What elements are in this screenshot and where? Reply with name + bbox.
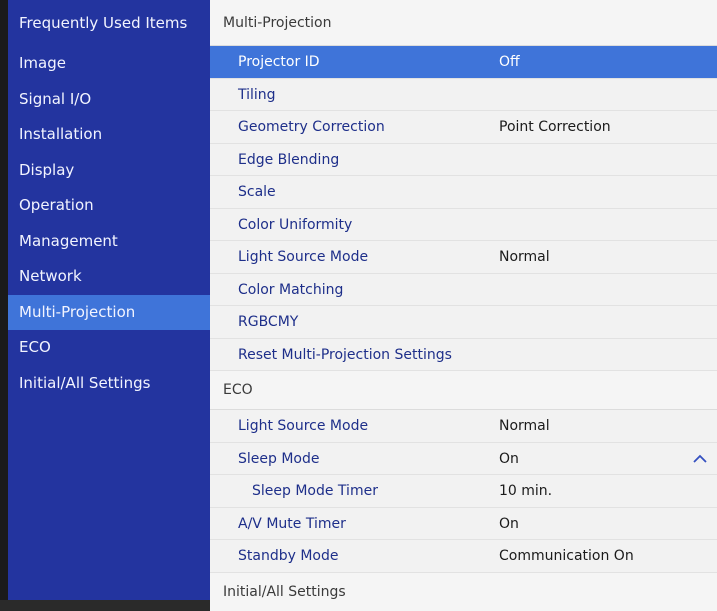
row-label: Tiling <box>238 86 276 103</box>
projector-menu: Frequently Used Items Image Signal I/O I… <box>0 0 717 611</box>
row-value: Normal <box>499 249 550 265</box>
sidebar-item-image[interactable]: Image <box>8 46 210 82</box>
menu-row-light-source-mode[interactable]: Light Source Mode Normal <box>210 241 717 274</box>
menu-row-scale[interactable]: Scale <box>210 176 717 209</box>
section-header-eco: ECO <box>210 371 717 410</box>
menu-row-sleep-mode-timer[interactable]: Sleep Mode Timer 10 min. <box>210 475 717 508</box>
menu-row-reset-multi-projection-settings[interactable]: Reset Multi-Projection Settings <box>210 339 717 371</box>
sidebar-item-network[interactable]: Network <box>8 259 210 295</box>
row-label: Light Source Mode <box>238 418 369 434</box>
menu-row-rgbcmy[interactable]: RGBCMY <box>210 306 717 339</box>
sidebar-item-frequently-used-items[interactable]: Frequently Used Items <box>8 0 210 46</box>
row-label: Light Source Mode <box>238 249 369 265</box>
row-label: Color Uniformity <box>238 216 353 233</box>
sidebar: Frequently Used Items Image Signal I/O I… <box>8 0 210 600</box>
row-value: Off <box>499 54 520 70</box>
row-value: On <box>499 450 519 467</box>
sidebar-item-multi-projection[interactable]: Multi-Projection <box>8 294 210 330</box>
row-value: 10 min. <box>499 483 553 499</box>
row-label: Standby Mode <box>238 548 339 564</box>
row-label: Scale <box>238 184 276 200</box>
row-value: Point Correction <box>499 119 611 135</box>
menu-row-color-matching[interactable]: Color Matching <box>210 274 717 306</box>
row-label: A/V Mute Timer <box>238 515 346 532</box>
menu-row-standby-mode[interactable]: Standby Mode Communication On <box>210 540 717 573</box>
row-label: Projector ID <box>238 54 320 70</box>
row-label: Edge Blending <box>238 151 340 168</box>
row-label: Reset Multi-Projection Settings <box>238 346 452 363</box>
row-value: Normal <box>499 418 550 434</box>
sidebar-item-display[interactable]: Display <box>8 153 210 189</box>
section-header-multi-projection: Multi-Projection <box>210 0 717 46</box>
row-label: Geometry Correction <box>238 119 385 135</box>
row-label: RGBCMY <box>238 314 299 330</box>
sidebar-item-initial-all-settings[interactable]: Initial/All Settings <box>8 366 210 402</box>
sidebar-item-installation[interactable]: Installation <box>8 117 210 153</box>
menu-row-edge-blending[interactable]: Edge Blending <box>210 144 717 176</box>
sidebar-item-management[interactable]: Management <box>8 224 210 260</box>
section-header-initial-all-settings: Initial/All Settings <box>210 572 717 611</box>
sidebar-item-eco[interactable]: ECO <box>8 330 210 366</box>
row-label: Sleep Mode <box>238 450 320 467</box>
menu-row-av-mute-timer[interactable]: A/V Mute Timer On <box>210 508 717 540</box>
left-edge <box>0 0 8 600</box>
row-value: On <box>499 515 519 532</box>
sidebar-item-operation[interactable]: Operation <box>8 188 210 224</box>
menu-row-geometry-correction[interactable]: Geometry Correction Point Correction <box>210 111 717 144</box>
menu-row-color-uniformity[interactable]: Color Uniformity <box>210 209 717 241</box>
settings-panel: Multi-Projection Projector ID Off Tiling… <box>210 0 717 611</box>
menu-row-sleep-mode[interactable]: Sleep Mode On <box>210 443 717 476</box>
chevron-up-icon[interactable] <box>693 443 707 476</box>
row-value: Communication On <box>499 548 634 564</box>
menu-row-projector-id[interactable]: Projector ID Off <box>210 46 717 79</box>
menu-row-eco-light-source-mode[interactable]: Light Source Mode Normal <box>210 410 717 443</box>
row-label: Sleep Mode Timer <box>252 483 378 499</box>
menu-row-tiling[interactable]: Tiling <box>210 79 717 111</box>
sidebar-item-signal-io[interactable]: Signal I/O <box>8 82 210 118</box>
row-label: Color Matching <box>238 281 344 298</box>
